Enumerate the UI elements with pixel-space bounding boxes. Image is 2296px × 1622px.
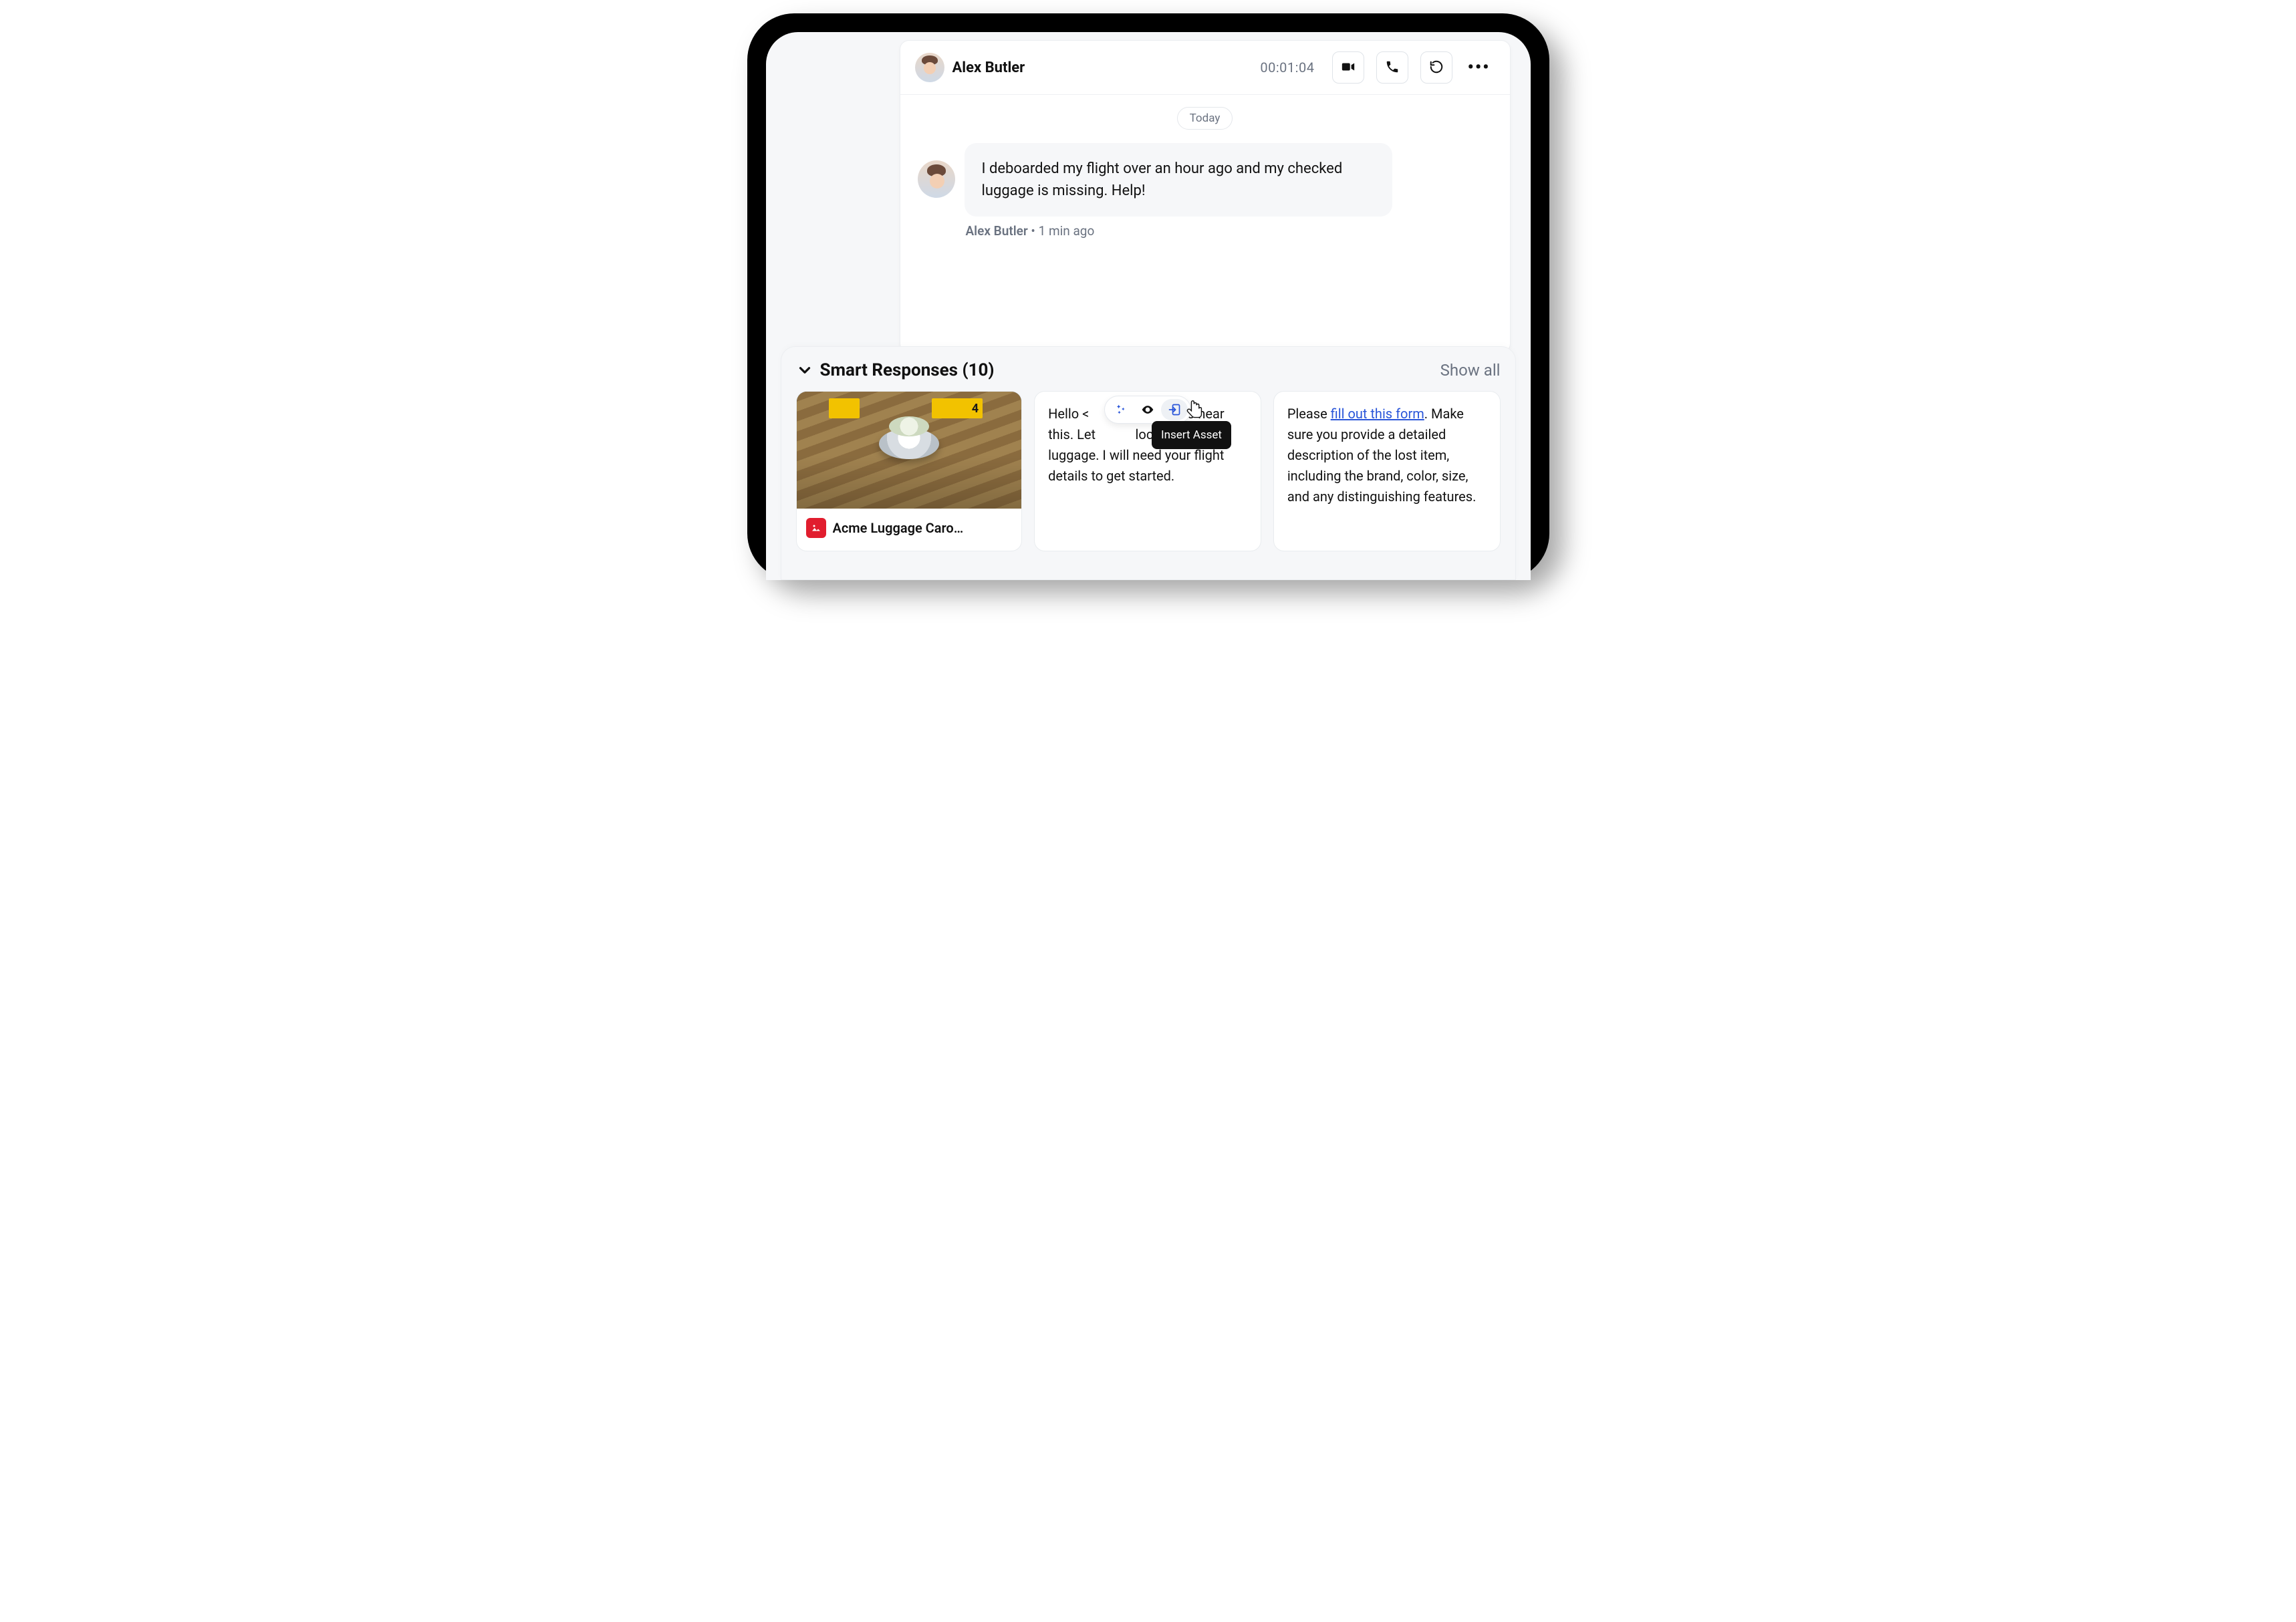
contact-name: Alex Butler [952, 59, 1025, 76]
call-timer: 00:01:04 [1260, 59, 1314, 76]
sparkle-action-button[interactable] [1108, 399, 1134, 420]
asset-thumbnail [797, 392, 1022, 509]
smart-responses-header: Smart Responses (10) Show all [796, 360, 1501, 380]
smart-response-text-card-1[interactable]: Insert Asset Hello <xxxxxxxxxxxxry to he… [1034, 391, 1261, 551]
contact-avatar [915, 53, 944, 82]
video-call-button[interactable] [1332, 51, 1364, 84]
refresh-icon [1429, 59, 1444, 76]
message-avatar [918, 160, 955, 198]
asset-name: Acme Luggage Caro… [833, 520, 964, 536]
video-icon [1341, 59, 1356, 76]
image-file-icon [806, 518, 826, 538]
device-frame: Alex Butler 00:01:04 ••• [747, 13, 1549, 580]
message-row: I deboarded my flight over an hour ago a… [918, 143, 1497, 217]
phone-icon [1385, 59, 1400, 76]
smart-response-asset-card[interactable]: Acme Luggage Caro… [796, 391, 1023, 551]
show-all-link[interactable]: Show all [1440, 361, 1501, 380]
response-text-fragment: Hello < [1048, 406, 1089, 422]
smart-responses-panel: Smart Responses (10) Show all Acme Lugga… [781, 346, 1516, 580]
message-meta: Alex Butler • 1 min ago [966, 223, 1497, 239]
chat-body: Today I deboarded my flight over an hour… [900, 95, 1510, 352]
response-text-fragment: Please [1287, 406, 1331, 422]
date-separator: Today [1177, 107, 1233, 130]
preview-action-button[interactable] [1134, 399, 1161, 420]
screen: Alex Butler 00:01:04 ••• [766, 32, 1531, 580]
insert-asset-tooltip: Insert Asset [1152, 421, 1231, 449]
smart-response-text-card-2[interactable]: Please fill out this form. Make sure you… [1273, 391, 1501, 551]
more-options-button[interactable]: ••• [1463, 51, 1495, 84]
message-time: 1 min ago [1039, 223, 1095, 239]
message-bubble: I deboarded my flight over an hour ago a… [965, 143, 1392, 217]
thumbnail-decoration [879, 428, 939, 459]
chat-header: Alex Butler 00:01:04 ••• [900, 41, 1510, 95]
fill-out-form-link[interactable]: fill out this form [1331, 406, 1424, 422]
meta-separator: • [1028, 223, 1039, 239]
smart-responses-title: Smart Responses (10) [820, 360, 995, 380]
smart-response-cards: Acme Luggage Caro… [796, 391, 1501, 551]
refresh-button[interactable] [1420, 51, 1452, 84]
chat-panel: Alex Butler 00:01:04 ••• [900, 40, 1511, 353]
message-sender: Alex Butler [966, 223, 1028, 239]
voice-call-button[interactable] [1376, 51, 1408, 84]
chevron-down-icon[interactable] [796, 362, 813, 379]
insert-asset-button[interactable] [1161, 399, 1188, 420]
asset-meta: Acme Luggage Caro… [797, 509, 1022, 549]
card-action-toolbar [1104, 396, 1191, 424]
